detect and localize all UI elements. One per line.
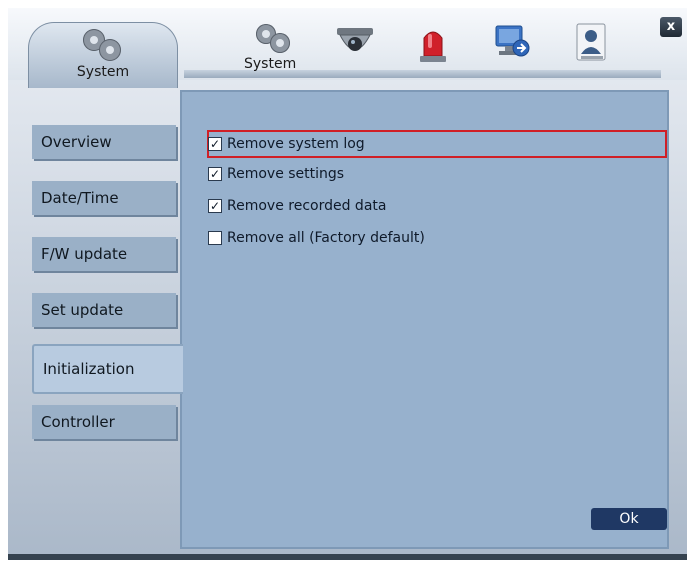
checkbox-remove-all[interactable] xyxy=(208,231,222,245)
sidebar-item-controller[interactable]: Controller xyxy=(32,405,176,439)
sidebar-item-fw-update[interactable]: F/W update xyxy=(32,237,176,271)
main-tab-system[interactable]: System xyxy=(28,22,178,88)
network-icon xyxy=(495,25,530,57)
gear-icon xyxy=(254,24,294,54)
content-panel xyxy=(180,90,669,549)
option-label: Remove recorded data xyxy=(227,198,387,214)
toolbar-camera-button[interactable] xyxy=(335,22,375,68)
checkbox-remove-system-log[interactable]: ✓ xyxy=(208,137,222,151)
ok-button[interactable]: Ok xyxy=(591,508,667,530)
option-label: Remove settings xyxy=(227,166,345,182)
gear-icon xyxy=(79,29,125,61)
checkbox-remove-settings[interactable]: ✓ xyxy=(208,167,222,181)
main-tab-label: System xyxy=(76,64,130,80)
close-button[interactable]: x xyxy=(660,17,682,37)
camera-icon xyxy=(337,28,373,51)
user-icon xyxy=(576,23,606,61)
option-remove-settings[interactable]: ✓ Remove settings xyxy=(208,162,344,186)
toolbar-alarm-button[interactable] xyxy=(415,22,451,68)
option-remove-system-log[interactable]: ✓ Remove system log xyxy=(208,132,365,156)
checkbox-remove-recorded-data[interactable]: ✓ xyxy=(208,199,222,213)
system-window: System System x Overview Date/Time F/W u… xyxy=(8,8,687,560)
sidebar-item-date-time[interactable]: Date/Time xyxy=(32,181,176,215)
option-remove-all[interactable]: Remove all (Factory default) xyxy=(208,226,425,250)
toolbar-network-button[interactable] xyxy=(493,22,533,68)
sidebar-item-initialization[interactable]: Initialization xyxy=(32,344,183,394)
alarm-icon xyxy=(420,31,446,62)
option-label: Remove all (Factory default) xyxy=(227,230,425,246)
option-remove-recorded-data[interactable]: ✓ Remove recorded data xyxy=(208,194,386,218)
sidebar-item-overview[interactable]: Overview xyxy=(32,125,176,159)
toolbar-user-button[interactable] xyxy=(573,22,613,68)
toolbar-system-label: System xyxy=(244,56,297,72)
sidebar-item-set-update[interactable]: Set update xyxy=(32,293,176,327)
option-label: Remove system log xyxy=(227,136,365,152)
toolbar-system-button[interactable]: System xyxy=(244,22,306,72)
